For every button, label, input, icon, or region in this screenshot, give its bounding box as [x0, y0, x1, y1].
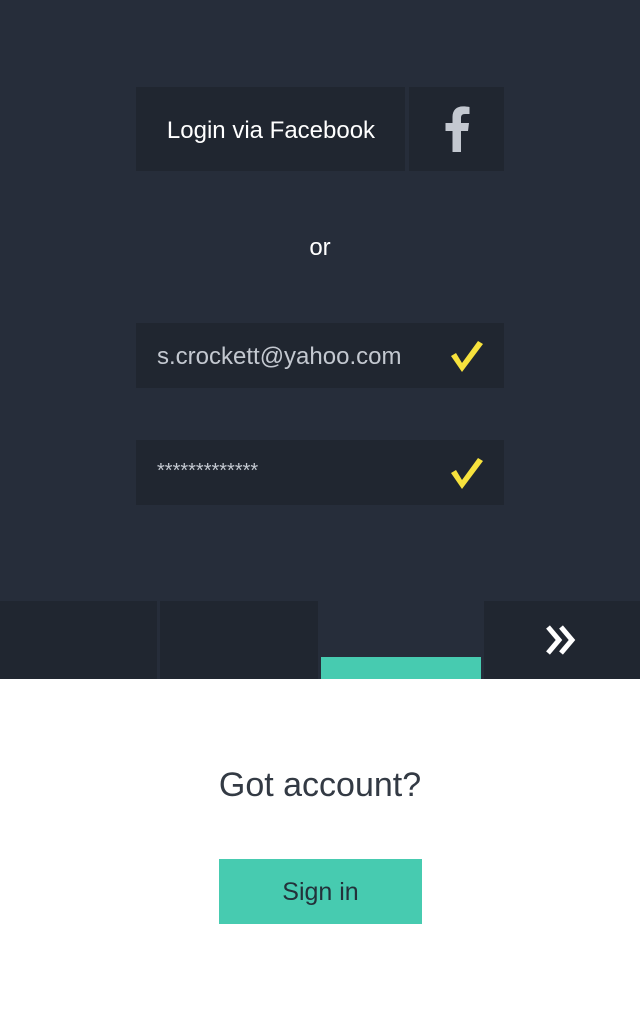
facebook-login-button[interactable]: Login via Facebook — [136, 87, 504, 171]
password-value: ************* — [157, 460, 259, 482]
email-value: s.crockett@yahoo.com — [157, 343, 402, 370]
step-tab-1[interactable] — [0, 601, 157, 679]
password-field[interactable]: ************* — [136, 440, 504, 505]
step-tab-3-active[interactable] — [321, 601, 481, 679]
login-panel: Login via Facebook or s.crockett@yahoo.c… — [0, 0, 640, 679]
sign-in-button[interactable]: Sign in — [219, 859, 422, 924]
or-separator: or — [309, 234, 331, 261]
got-account-heading: Got account? — [218, 766, 422, 804]
next-step-button[interactable] — [484, 601, 640, 679]
double-chevron-right-icon — [546, 625, 576, 655]
checkmark-icon — [451, 341, 483, 372]
active-tab-indicator — [321, 657, 481, 679]
facebook-login-label: Login via Facebook — [166, 117, 376, 144]
step-tabs — [0, 601, 640, 679]
checkmark-icon — [451, 458, 483, 489]
facebook-f-icon — [409, 87, 504, 171]
step-tab-2[interactable] — [160, 601, 318, 679]
email-field[interactable]: s.crockett@yahoo.com — [136, 323, 504, 388]
